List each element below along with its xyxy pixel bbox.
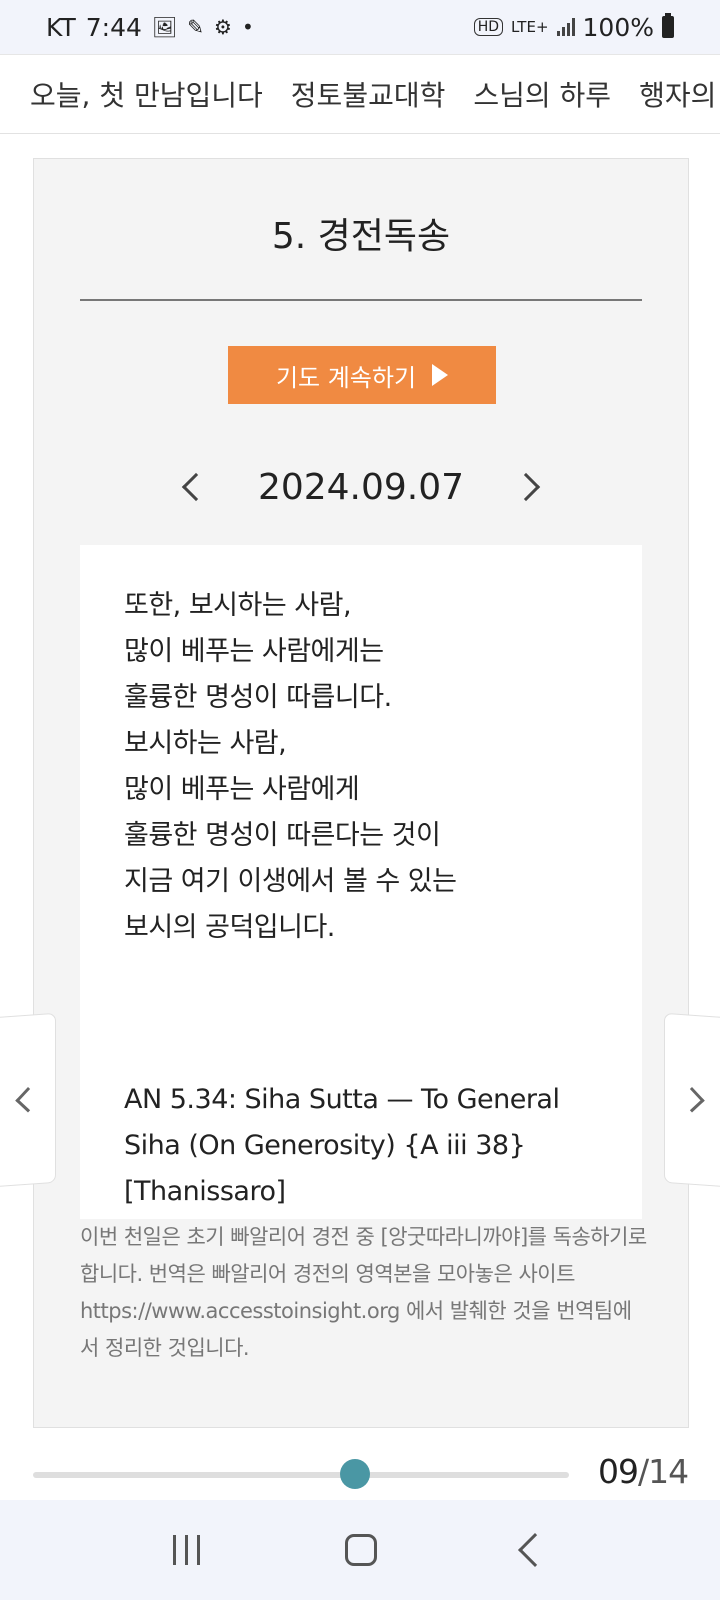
nav-item-first-meeting[interactable]: 오늘, 첫 만남입니다: [30, 74, 263, 114]
sutra-source: AN 5.34: Siha Sutta — To General Siha (O…: [124, 1084, 560, 1207]
continue-prayer-label: 기도 계속하기: [275, 363, 417, 392]
slider-handle[interactable]: [339, 1459, 370, 1489]
page-separator: /: [638, 1452, 649, 1491]
verse-line: 지금 여기 이생에서 볼 수 있는: [124, 866, 457, 897]
translation-note: 이번 천일은 초기 빠알리어 경전 중 [앙굿따라니까야]를 독송하기로 합니다…: [80, 1225, 647, 1360]
recents-icon[interactable]: [172, 1535, 200, 1565]
verse-line: 또한, 보시하는 사람,: [124, 590, 352, 621]
previous-date-icon[interactable]: [181, 472, 211, 502]
next-date-icon[interactable]: [511, 472, 541, 502]
next-page-tab[interactable]: [664, 1012, 720, 1188]
verse-line: 훌륭한 명성이 따른다는 것이: [124, 820, 441, 851]
pencil-icon: ✎: [187, 15, 205, 39]
verse-line: 보시하는 사람,: [124, 728, 287, 759]
title-divider: [80, 299, 642, 301]
clock: 7:44: [85, 12, 142, 42]
card-title: 5. 경전독송: [271, 216, 451, 257]
verse-line: 많이 베푸는 사람에게: [124, 774, 360, 805]
signal-icon: [556, 18, 575, 36]
more-notifications-dot-icon: •: [241, 15, 254, 39]
continue-prayer-button[interactable]: 기도 계속하기: [228, 346, 496, 404]
back-icon[interactable]: [518, 1533, 553, 1567]
hd-voice-icon: HD: [473, 18, 504, 36]
verse-line: 보시의 공덕입니다.: [124, 912, 335, 943]
status-left: KT 7:44 🖼 ✎ ⚙ •: [46, 13, 254, 42]
nav-item-monk-day[interactable]: 스님의 하루: [473, 74, 611, 114]
gallery-icon: 🖼: [151, 15, 178, 39]
top-nav: 오늘, 첫 만남입니다 정토불교대학 스님의 하루 행자의 하루: [0, 54, 720, 134]
system-nav-bar: [0, 1500, 720, 1600]
date-label: 2024.09.07: [257, 466, 465, 508]
previous-page-tab[interactable]: [0, 1012, 56, 1188]
verse-line: 많이 베푸는 사람에게는: [124, 636, 384, 667]
page-slider[interactable]: [33, 1459, 569, 1489]
verse-line: 훌륭한 명성이 따릅니다.: [124, 682, 392, 713]
battery-icon: [662, 13, 674, 38]
total-pages: 14: [648, 1452, 689, 1491]
chevron-right-icon: [679, 1087, 705, 1113]
carrier-label: KT: [46, 12, 76, 42]
app-notification-icon: ⚙: [214, 15, 232, 39]
nav-item-buddhist-college[interactable]: 정토불교대학: [291, 74, 446, 114]
nav-item-practitioner-day[interactable]: 행자의 하루: [639, 74, 720, 114]
sutra-card: 5. 경전독송 기도 계속하기 2024.09.07 또한, 보시하는 사람, …: [33, 158, 689, 1428]
date-navigator: 2024.09.07: [34, 457, 688, 517]
play-icon: [432, 364, 449, 386]
chevron-left-icon: [15, 1087, 41, 1113]
verse-box: 또한, 보시하는 사람, 많이 베푸는 사람에게는 훌륭한 명성이 따릅니다. …: [80, 545, 642, 1219]
status-bar: KT 7:44 🖼 ✎ ⚙ • HD LTE+ 100%: [0, 0, 720, 54]
home-icon[interactable]: [345, 1534, 378, 1566]
status-right: HD LTE+ 100%: [473, 12, 674, 42]
current-page: 09: [598, 1452, 639, 1491]
page-counter: 09/14: [598, 1452, 689, 1491]
network-type: LTE+: [511, 18, 549, 36]
battery-percent: 100%: [582, 12, 654, 42]
